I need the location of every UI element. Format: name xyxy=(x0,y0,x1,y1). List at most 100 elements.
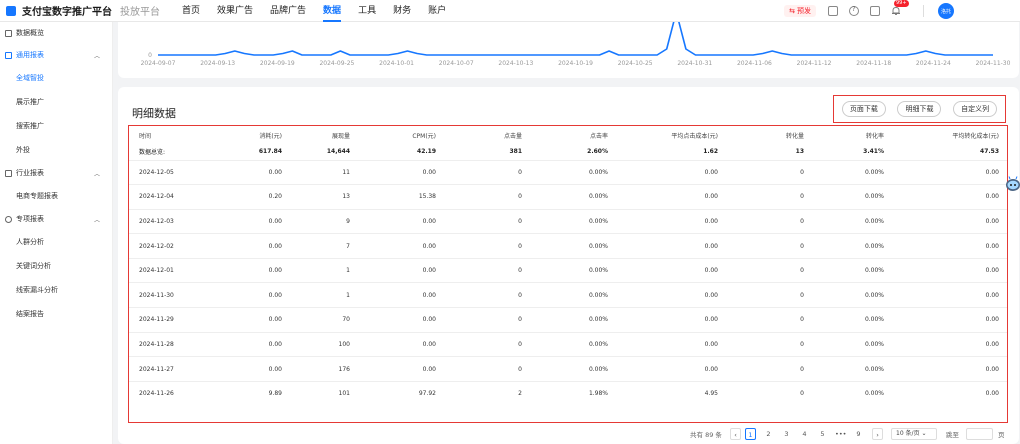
table-row: 2024-11-29 0.00 70 0.00 0 0.00% 0.00 0 0.00% 0.00 xyxy=(129,307,1007,333)
nav-item-performance-ads[interactable]: 效果广告 xyxy=(217,0,253,22)
custom-columns-button[interactable]: 自定义列 xyxy=(953,101,998,117)
table-cell: 0.00% xyxy=(588,168,608,176)
table-cell: 0.00 xyxy=(422,340,436,348)
preview-button[interactable]: ⇆ 预发 xyxy=(784,5,816,17)
sidebar-item-keyword-analysis[interactable]: 关键词分析 xyxy=(0,254,112,278)
table-cell: 0 xyxy=(800,168,804,176)
brand-title[interactable]: 支付宝数字推广平台 xyxy=(22,3,112,18)
assistant-robot-icon[interactable] xyxy=(1005,176,1020,194)
nav-item-tools[interactable]: 工具 xyxy=(358,0,376,22)
table-row: 2024-12-04 0.20 13 15.38 0 0.00% 0.00 0 0.00% 0.0… xyxy=(129,184,1007,210)
x-tick-label: 2024-10-19 xyxy=(558,60,593,67)
nav-item-data[interactable]: 数据 xyxy=(323,0,342,22)
report-icon xyxy=(5,51,12,59)
table-cell: 97.92 xyxy=(418,390,436,398)
page-button-3[interactable]: 3 xyxy=(781,428,792,440)
overview-icon xyxy=(5,29,12,37)
table-row: 2024-11-27 0.00 176 0.00 0 0.00% 0.00 0 0.00% 0.0… xyxy=(129,356,1007,382)
column-header: 时间 xyxy=(139,132,152,140)
main-nav: 首页 效果广告 品牌广告 数据 工具 财务 账户 xyxy=(182,0,463,22)
sidebar-section-industry-reports[interactable]: 行业报表 ︿ xyxy=(0,162,112,184)
sidebar-section-special-reports[interactable]: 专项报表 ︿ xyxy=(0,208,112,230)
sidebar-section-general-reports[interactable]: 通用报表 ︿ xyxy=(0,44,112,66)
table-cell: 0.00 xyxy=(985,193,999,201)
table-cell: 0.00 xyxy=(268,316,282,324)
jump-page-input[interactable] xyxy=(966,428,993,440)
total-count: 共有 89 条 xyxy=(690,431,722,439)
table-cell: 0.00 xyxy=(704,267,718,275)
table-cell: 0.00% xyxy=(588,217,608,225)
detail-data-card: 明细数据 页面下载 明细下载 自定义列 时间 消耗(元) 展现量 CPM(元) 点击量 点… xyxy=(118,87,1019,444)
sidebar-item-audience-analysis[interactable]: 人群分析 xyxy=(0,230,112,254)
detail-download-button[interactable]: 明细下载 xyxy=(897,101,942,117)
table-cell: 0.00 xyxy=(704,242,718,250)
table-cell: 0.00 xyxy=(422,217,436,225)
table-cell: 0.00 xyxy=(985,316,999,324)
table-cell: 2024-12-02 xyxy=(139,242,174,250)
user-avatar[interactable]: 洛托 xyxy=(938,3,954,19)
page-button-1[interactable]: 1 xyxy=(745,428,756,440)
table-cell: 70 xyxy=(342,316,350,324)
sidebar-item-all-domain[interactable]: 全域智投 xyxy=(0,66,112,90)
sidebar-item-final-report[interactable]: 结案报告 xyxy=(0,302,112,326)
x-tick-label: 2024-11-30 xyxy=(976,60,1011,67)
summary-cell: 1.62 xyxy=(703,148,718,156)
platform-subtitle: 投放平台 xyxy=(120,7,160,18)
document-icon[interactable] xyxy=(828,6,838,16)
x-tick-label: 2024-10-01 xyxy=(379,60,414,67)
table-cell: 0.00% xyxy=(864,291,884,299)
top-right-tools: ⇆ 预发 99+ 洛托 xyxy=(784,0,1020,22)
next-page-button[interactable]: › xyxy=(872,428,883,440)
sidebar: 数据概览 通用报表 ︿ 全域智投 展示推广 搜索推广 外投 行业报表 ︿ 电商专… xyxy=(0,22,113,444)
table-cell: 0.00 xyxy=(985,168,999,176)
nav-item-account[interactable]: 账户 xyxy=(428,0,446,22)
page-download-button[interactable]: 页面下载 xyxy=(841,101,886,117)
notification-bell[interactable]: 99+ xyxy=(891,0,909,16)
nav-item-finance[interactable]: 财务 xyxy=(393,0,411,22)
table-cell: 2024-11-26 xyxy=(139,390,174,398)
sidebar-item-external[interactable]: 外投 xyxy=(0,138,112,162)
sidebar-section-overview[interactable]: 数据概览 xyxy=(0,22,112,44)
chevron-up-icon: ︿ xyxy=(93,171,100,178)
sidebar-section-label: 数据概览 xyxy=(16,29,44,37)
sidebar-item-lead-funnel[interactable]: 线索漏斗分析 xyxy=(0,278,112,302)
help-icon[interactable] xyxy=(849,5,859,16)
table-cell: 0.00 xyxy=(422,168,436,176)
table-cell: 0 xyxy=(800,316,804,324)
table-cell: 11 xyxy=(342,168,350,176)
sidebar-item-ecommerce-report[interactable]: 电商专题报表 xyxy=(0,184,112,208)
table-cell: 0.00 xyxy=(268,291,282,299)
table-cell: 0.00 xyxy=(985,365,999,373)
page-size-select[interactable]: 10 条/页 ⌄ xyxy=(891,428,937,440)
table-cell: 0.00 xyxy=(985,291,999,299)
sidebar-item-display-promo[interactable]: 展示推广 xyxy=(0,90,112,114)
table-cell: 0 xyxy=(518,168,522,176)
table-cell: 0.00 xyxy=(704,168,718,176)
table-row: 2024-12-05 0.00 11 0.00 0 0.00% 0.00 0 0.00% 0.00 xyxy=(129,160,1007,185)
table-cell: 0.00 xyxy=(422,365,436,373)
page-button-5[interactable]: 5 xyxy=(817,428,828,440)
summary-cell: 3.41% xyxy=(863,148,884,156)
table-cell: 0 xyxy=(518,340,522,348)
table-cell: 0 xyxy=(518,217,522,225)
chevron-up-icon: ︿ xyxy=(93,53,100,60)
checklist-icon[interactable] xyxy=(870,6,880,16)
page-button-4[interactable]: 4 xyxy=(799,428,810,440)
page-button-9[interactable]: 9 xyxy=(853,428,864,440)
page-ellipsis[interactable]: ••• xyxy=(835,428,847,440)
table-cell: 0.00% xyxy=(588,242,608,250)
page-button-2[interactable]: 2 xyxy=(763,428,774,440)
column-header: 转化量 xyxy=(785,132,804,140)
table-cell: 0.00 xyxy=(422,316,436,324)
table-cell: 0.00 xyxy=(985,242,999,250)
table-cell: 2024-12-04 xyxy=(139,193,174,201)
table-cell: 2024-11-28 xyxy=(139,340,174,348)
nav-item-brand-ads[interactable]: 品牌广告 xyxy=(270,0,306,22)
table-cell: 0.00 xyxy=(268,168,282,176)
trend-chart[interactable]: 02024-09-07 2024-09-13 2024-09-19 2024-09-2… xyxy=(118,22,1019,78)
sidebar-item-search-promo[interactable]: 搜索推广 xyxy=(0,114,112,138)
table-cell: 2 xyxy=(518,390,522,398)
nav-item-home[interactable]: 首页 xyxy=(182,0,200,22)
summary-cell: 47.53 xyxy=(980,148,999,156)
prev-page-button[interactable]: ‹ xyxy=(730,428,741,440)
